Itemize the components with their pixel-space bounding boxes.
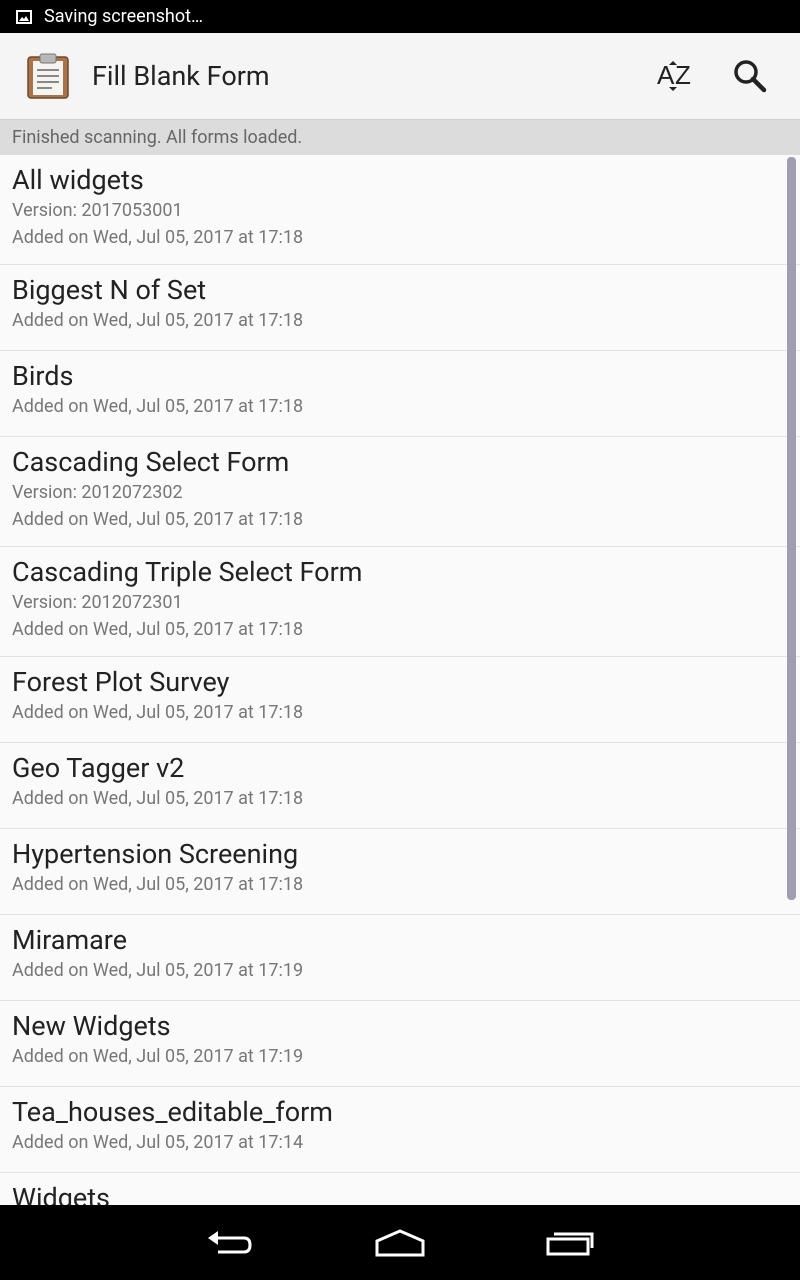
- scan-status-text: Finished scanning. All forms loaded.: [12, 127, 303, 148]
- form-added-date: Added on Wed, Jul 05, 2017 at 17:18: [12, 509, 304, 530]
- page-title: Fill Blank Form: [92, 60, 270, 92]
- form-name: Birds: [12, 360, 74, 392]
- image-icon: [16, 9, 32, 24]
- form-name: Cascading Select Form: [12, 446, 290, 478]
- list-item[interactable]: Geo Tagger v2 Added on Wed, Jul 05, 2017…: [0, 743, 800, 829]
- form-version: Version: 2017053001: [12, 200, 183, 221]
- list-item[interactable]: Forest Plot Survey Added on Wed, Jul 05,…: [0, 657, 800, 743]
- list-item[interactable]: Tea_houses_editable_form Added on Wed, J…: [0, 1087, 800, 1173]
- sort-az-icon: A Z: [657, 60, 691, 91]
- form-name: Miramare: [12, 924, 128, 956]
- form-name: Tea_houses_editable_form: [12, 1096, 333, 1128]
- scan-status-bar: Finished scanning. All forms loaded.: [0, 120, 800, 155]
- navigation-bar: [0, 1205, 800, 1280]
- form-added-date: Added on Wed, Jul 05, 2017 at 17:18: [12, 874, 304, 895]
- form-added-date: Added on Wed, Jul 05, 2017 at 17:18: [12, 788, 304, 809]
- search-icon: [734, 60, 767, 93]
- recents-button[interactable]: [530, 1213, 610, 1273]
- form-name: New Widgets: [12, 1010, 171, 1042]
- status-bar: Saving screenshot…: [0, 0, 800, 33]
- svg-text:Z: Z: [675, 60, 691, 90]
- scrollbar[interactable]: [787, 157, 796, 900]
- form-added-date: Added on Wed, Jul 05, 2017 at 17:14: [12, 1132, 304, 1153]
- form-version: Version: 2012072302: [12, 482, 183, 503]
- list-item[interactable]: Birds Added on Wed, Jul 05, 2017 at 17:1…: [0, 351, 800, 437]
- list-item[interactable]: Cascading Triple Select Form Version: 20…: [0, 547, 800, 657]
- home-icon: [375, 1228, 425, 1256]
- list-item[interactable]: Widgets: [0, 1173, 800, 1205]
- back-icon: [208, 1230, 252, 1253]
- list-item[interactable]: New Widgets Added on Wed, Jul 05, 2017 a…: [0, 1001, 800, 1087]
- clipboard-icon: [27, 53, 69, 99]
- back-button[interactable]: [190, 1213, 270, 1273]
- form-added-date: Added on Wed, Jul 05, 2017 at 17:18: [12, 310, 304, 331]
- sort-button[interactable]: A Z: [646, 46, 706, 106]
- form-name: Cascading Triple Select Form: [12, 556, 363, 588]
- form-list[interactable]: All widgets Version: 2017053001 Added on…: [0, 155, 800, 1205]
- form-name: Geo Tagger v2: [12, 752, 185, 784]
- form-added-date: Added on Wed, Jul 05, 2017 at 17:18: [12, 702, 304, 723]
- action-bar: Fill Blank Form A Z: [0, 33, 800, 120]
- list-item[interactable]: Cascading Select Form Version: 201207230…: [0, 437, 800, 547]
- form-name: All widgets: [12, 164, 144, 196]
- form-name: Forest Plot Survey: [12, 666, 230, 698]
- list-item[interactable]: Hypertension Screening Added on Wed, Jul…: [0, 829, 800, 915]
- form-added-date: Added on Wed, Jul 05, 2017 at 17:18: [12, 396, 304, 417]
- form-version: Version: 2012072301: [12, 592, 183, 613]
- search-button[interactable]: [720, 46, 780, 106]
- form-added-date: Added on Wed, Jul 05, 2017 at 17:18: [12, 619, 304, 640]
- form-added-date: Added on Wed, Jul 05, 2017 at 17:19: [12, 960, 304, 981]
- recents-icon: [546, 1232, 594, 1255]
- list-item[interactable]: All widgets Version: 2017053001 Added on…: [0, 155, 800, 265]
- form-added-date: Added on Wed, Jul 05, 2017 at 17:19: [12, 1046, 304, 1067]
- home-button[interactable]: [360, 1213, 440, 1273]
- status-bar-text: Saving screenshot…: [44, 6, 204, 27]
- form-name: Hypertension Screening: [12, 838, 299, 870]
- form-name: Biggest N of Set: [12, 274, 207, 306]
- list-item[interactable]: Biggest N of Set Added on Wed, Jul 05, 2…: [0, 265, 800, 351]
- form-name: Widgets: [12, 1182, 110, 1205]
- form-added-date: Added on Wed, Jul 05, 2017 at 17:18: [12, 227, 304, 248]
- list-item[interactable]: Miramare Added on Wed, Jul 05, 2017 at 1…: [0, 915, 800, 1001]
